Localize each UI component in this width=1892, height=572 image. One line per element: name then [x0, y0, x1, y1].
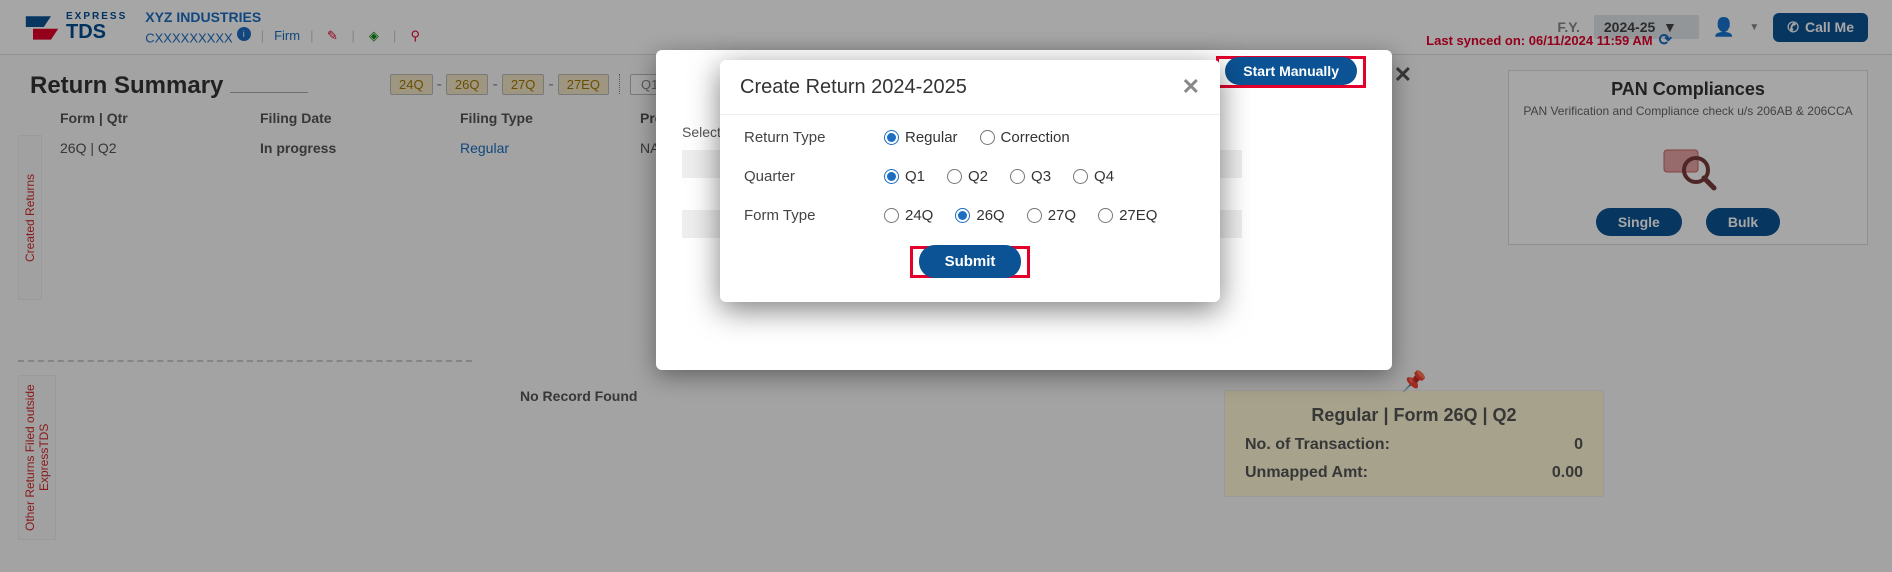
radio-27q[interactable]: 27Q	[1027, 207, 1076, 224]
radio-27eq[interactable]: 27EQ	[1098, 207, 1157, 224]
close-icon[interactable]: ✕	[1394, 62, 1412, 88]
radio-correction[interactable]: Correction	[980, 129, 1070, 146]
close-icon[interactable]: ✕	[1182, 74, 1200, 100]
radio-regular[interactable]: Regular	[884, 129, 958, 146]
radio-q2[interactable]: Q2	[947, 168, 988, 185]
return-type-label: Return Type	[744, 129, 884, 146]
form-type-group: 24Q 26Q 27Q 27EQ	[884, 207, 1157, 224]
radio-26q[interactable]: 26Q	[955, 207, 1004, 224]
return-type-group: Regular Correction	[884, 129, 1070, 146]
radio-24q[interactable]: 24Q	[884, 207, 933, 224]
quarter-label: Quarter	[744, 168, 884, 185]
submit-highlight: Submit	[744, 246, 1196, 278]
modal-title: Create Return 2024-2025	[740, 76, 967, 99]
create-return-modal: Create Return 2024-2025 ✕ Return Type Re…	[720, 60, 1220, 302]
start-manually-highlight: Start Manually	[1216, 56, 1366, 88]
radio-q1[interactable]: Q1	[884, 168, 925, 185]
form-type-label: Form Type	[744, 207, 884, 224]
radio-q4[interactable]: Q4	[1073, 168, 1114, 185]
submit-button[interactable]: Submit	[919, 245, 1022, 278]
radio-q3[interactable]: Q3	[1010, 168, 1051, 185]
quarter-group: Q1 Q2 Q3 Q4	[884, 168, 1114, 185]
start-manually-button[interactable]: Start Manually	[1225, 57, 1357, 85]
